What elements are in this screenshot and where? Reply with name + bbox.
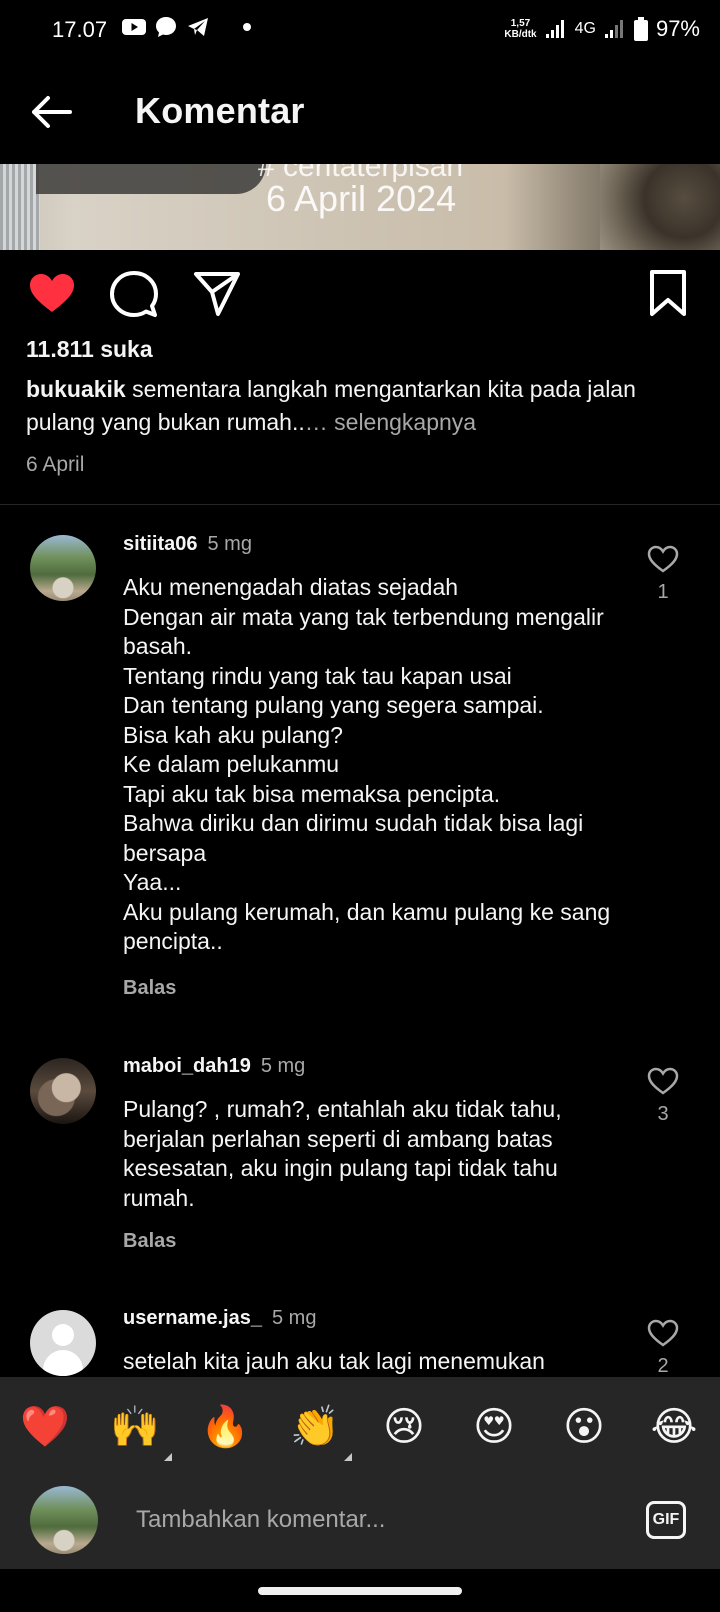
gif-button[interactable]: GIF xyxy=(646,1501,686,1539)
divider xyxy=(0,504,720,505)
caption-more-link[interactable]: … selengkapnya xyxy=(305,409,476,435)
chat-bubble-icon xyxy=(156,17,176,37)
emoji-heart-eyes[interactable]: 😍 xyxy=(470,1403,518,1451)
emoji-heart[interactable]: ❤️ xyxy=(20,1403,70,1451)
comment-time: 5 mg xyxy=(260,1055,306,1077)
comment-text: Aku menengadah diatas sejadah Dengan air… xyxy=(123,574,611,954)
battery-percent: 97% xyxy=(655,16,700,41)
heart-outline-icon[interactable] xyxy=(646,1066,680,1096)
home-gesture-bar[interactable] xyxy=(258,1587,462,1595)
share-icon[interactable] xyxy=(192,268,244,320)
status-bar: 17.07 1,57 KB/dtk 4G 97% xyxy=(0,0,720,62)
post-date: 6 April xyxy=(26,453,85,476)
emoji-surprised[interactable]: 😮 xyxy=(560,1403,608,1451)
bookmark-icon[interactable] xyxy=(642,268,694,320)
heart-outline-icon[interactable] xyxy=(646,1318,680,1348)
emoji-laughing[interactable]: 😂 xyxy=(650,1403,698,1451)
signal-icon xyxy=(545,20,564,38)
app-header: Komentar xyxy=(0,70,720,160)
emoji-clap[interactable]: 👏 xyxy=(290,1403,352,1461)
avatar[interactable] xyxy=(30,535,96,601)
image-date-text: 6 April 2024 xyxy=(266,178,457,219)
comment-text: setelah kita jauh aku tak lagi menemukan xyxy=(123,1348,545,1374)
status-time: 17.07 xyxy=(52,17,108,42)
comment-icon[interactable] xyxy=(108,268,160,320)
comment-username[interactable]: sitiita06 xyxy=(123,533,197,555)
post-image[interactable]: # ceritaterpisah 6 April 2024 xyxy=(0,164,720,250)
comment-like-count: 2 xyxy=(657,1355,669,1377)
comment-time: 5 mg xyxy=(207,533,252,555)
caption-username[interactable]: bukuakik xyxy=(26,376,126,402)
comment-composer: GIF xyxy=(0,1473,720,1569)
emoji-crying[interactable]: 😢 xyxy=(380,1403,428,1451)
telegram-icon xyxy=(188,18,208,36)
comment-like-count: 3 xyxy=(657,1103,669,1125)
system-nav-bar xyxy=(0,1569,720,1612)
avatar[interactable] xyxy=(30,1058,96,1124)
network-speed: 1,57 KB/dtk xyxy=(504,18,537,40)
post-caption[interactable]: bukuakik sementara langkah mengantarkan … xyxy=(26,373,686,439)
battery-icon xyxy=(633,17,648,41)
like-count[interactable]: 11.811 suka xyxy=(26,336,153,363)
comment-like-count: 1 xyxy=(657,581,669,603)
signal-2-icon xyxy=(604,20,623,38)
reply-button[interactable]: Balas xyxy=(123,1230,176,1253)
comment-input[interactable] xyxy=(136,1503,596,1537)
own-avatar xyxy=(30,1486,98,1554)
youtube-icon xyxy=(122,19,146,35)
notification-dot xyxy=(243,23,251,31)
comment-time: 5 mg xyxy=(271,1307,317,1329)
emoji-quick-bar: ❤️ 🙌 🔥 👏 😢 😍 😮 😂 xyxy=(0,1377,720,1473)
heart-outline-icon[interactable] xyxy=(646,544,680,574)
comment-text: Pulang? , rumah?, entahlah aku tidak tah… xyxy=(123,1096,562,1211)
page-title: Komentar xyxy=(135,90,305,131)
back-arrow-icon[interactable] xyxy=(28,88,76,136)
comment-username[interactable]: maboi_dah19 xyxy=(123,1055,251,1077)
post-actions xyxy=(0,268,720,322)
emoji-raised-hands[interactable]: 🙌 xyxy=(110,1403,172,1461)
emoji-fire[interactable]: 🔥 xyxy=(200,1403,250,1451)
network-type: 4G xyxy=(574,20,596,37)
heart-filled-icon[interactable] xyxy=(26,268,78,320)
reply-button[interactable]: Balas xyxy=(123,977,176,1000)
comment-username[interactable]: username.jas_ xyxy=(123,1307,262,1329)
avatar[interactable] xyxy=(30,1310,96,1376)
